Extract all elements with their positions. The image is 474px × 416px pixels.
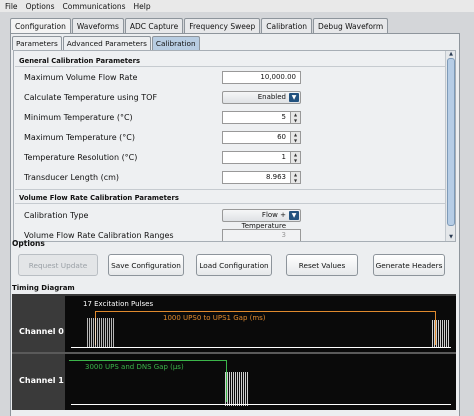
subtab-parameters[interactable]: Parameters <box>12 36 62 50</box>
transducer-length-value: 8.963 <box>265 173 286 181</box>
menu-file[interactable]: File <box>5 2 18 11</box>
calibration-ranges-field[interactable]: 3 <box>222 229 301 241</box>
chevron-down-icon[interactable]: ▼ <box>289 93 299 102</box>
vfr-calibration-header: Volume Flow Rate Calibration Parameters <box>19 194 179 202</box>
max-flow-field[interactable]: 10,000.00 <box>222 71 301 84</box>
channel-1-label: Channel 1 <box>19 376 64 385</box>
scroll-down-icon[interactable]: ▼ <box>447 234 455 240</box>
request-update-button[interactable]: Request Update <box>18 254 98 276</box>
timing-diagram: Channel 0 Channel 1 17 Excitation Pulses… <box>12 294 456 410</box>
menu-options[interactable]: Options <box>26 2 55 11</box>
general-calibration-header: General Calibration Parameters <box>19 57 141 65</box>
excitation-pulses-label: 17 Excitation Pulses <box>83 300 154 308</box>
spinner-icon[interactable]: ▲ ▼ <box>290 132 300 143</box>
divider <box>15 66 445 67</box>
scroll-up-icon[interactable]: ▲ <box>447 51 455 57</box>
load-configuration-button[interactable]: Load Configuration <box>196 254 272 276</box>
ups0-ups1-gap-label: 1000 UPS0 to UPS1 Gap (ms) <box>163 314 266 322</box>
tab-frequency-sweep[interactable]: Frequency Sweep <box>184 18 261 33</box>
channel-0-label: Channel 0 <box>19 327 64 336</box>
min-temp-label: Minimum Temperature (°C) <box>24 113 133 122</box>
temp-resolution-field[interactable]: 1 ▲ ▼ <box>222 151 301 164</box>
tab-waveforms[interactable]: Waveforms <box>71 18 124 33</box>
chevron-down-icon[interactable]: ▼ <box>289 211 299 220</box>
menu-communications[interactable]: Communications <box>63 2 126 11</box>
calibration-ranges-label: Volume Flow Rate Calibration Ranges <box>24 231 174 240</box>
menubar: File Options Communications Help <box>0 0 474 12</box>
save-configuration-button[interactable]: Save Configuration <box>108 254 184 276</box>
calibration-type-value: Flow + Temperature <box>241 211 286 230</box>
transducer-length-field[interactable]: 8.963 ▲ ▼ <box>222 171 301 184</box>
spinner-icon[interactable]: ▲ ▼ <box>290 112 300 123</box>
max-temp-field[interactable]: 60 ▲ ▼ <box>222 131 301 144</box>
max-temp-label: Maximum Temperature (°C) <box>24 133 136 142</box>
vertical-scrollbar[interactable]: ▲ ▼ <box>445 51 455 241</box>
calibration-ranges-value: 3 <box>281 231 286 239</box>
max-temp-value: 60 <box>277 133 286 141</box>
baseline <box>71 404 451 405</box>
calibration-type-select[interactable]: Flow + Temperature ▼ <box>222 209 301 230</box>
tab-adc-capture[interactable]: ADC Capture <box>124 18 184 33</box>
receive-pulses <box>225 372 251 406</box>
calc-temp-value: Enabled <box>257 93 286 101</box>
reset-values-button[interactable]: Reset Values <box>286 254 358 276</box>
transducer-length-label: Transducer Length (cm) <box>24 173 120 182</box>
generate-headers-button[interactable]: Generate Headers <box>373 254 445 276</box>
calibration-panel: General Calibration Parameters Maximum V… <box>13 50 456 242</box>
spinner-icon[interactable]: ▲ ▼ <box>290 172 300 183</box>
baseline <box>71 347 451 348</box>
calibration-type-label: Calibration Type <box>24 211 89 220</box>
min-temp-field[interactable]: 5 ▲ ▼ <box>222 111 301 124</box>
divider <box>15 189 445 190</box>
channel-1-plot: 3000 UPS and DNS Gap (µs) <box>65 354 456 410</box>
channel-0-plot: 17 Excitation Pulses 1000 UPS0 to UPS1 G… <box>65 296 456 352</box>
divider <box>15 203 445 204</box>
menu-help[interactable]: Help <box>134 2 151 11</box>
calc-temp-select[interactable]: Enabled ▼ <box>222 91 301 104</box>
options-label: Options <box>12 239 45 248</box>
tab-configuration[interactable]: Configuration <box>10 18 71 33</box>
excitation-pulses-end <box>432 320 452 348</box>
top-tab-bar: Configuration Waveforms ADC Capture Freq… <box>10 18 389 33</box>
tab-calibration[interactable]: Calibration <box>261 18 313 33</box>
subtab-advanced-parameters[interactable]: Advanced Parameters <box>62 36 151 50</box>
excitation-pulses-start <box>87 318 117 348</box>
calc-temp-label: Calculate Temperature using TOF <box>24 93 158 102</box>
tab-debug-waveform[interactable]: Debug Waveform <box>313 18 389 33</box>
max-flow-label: Maximum Volume Flow Rate <box>24 73 138 82</box>
timing-diagram-label: Timing Diagram <box>12 284 75 292</box>
temp-resolution-value: 1 <box>281 153 286 161</box>
min-temp-value: 5 <box>281 113 286 121</box>
scrollbar-thumb[interactable] <box>447 58 455 226</box>
subtab-calibration[interactable]: Calibration <box>151 36 200 50</box>
ups-dns-gap-label: 3000 UPS and DNS Gap (µs) <box>85 363 184 371</box>
temp-resolution-label: Temperature Resolution (°C) <box>24 153 138 162</box>
spinner-icon[interactable]: ▲ ▼ <box>290 152 300 163</box>
sub-tab-bar: Parameters Advanced Parameters Calibrati… <box>12 36 201 50</box>
